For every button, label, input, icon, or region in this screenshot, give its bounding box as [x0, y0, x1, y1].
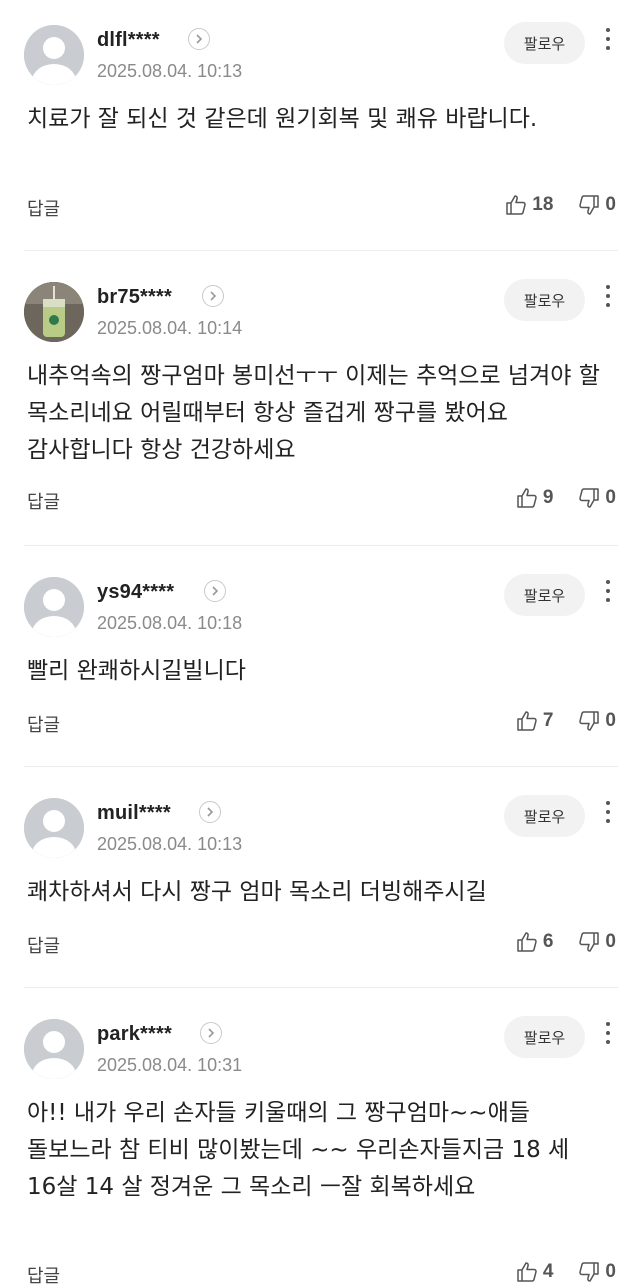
more-options-icon[interactable] [598, 575, 618, 615]
chevron-right-icon[interactable] [199, 801, 221, 823]
more-options-icon[interactable] [598, 796, 618, 836]
dislike-count: 0 [605, 931, 616, 952]
dislike-button[interactable]: 0 [577, 193, 616, 217]
follow-button[interactable]: 팔로우 [504, 22, 585, 64]
username[interactable]: park**** [97, 1023, 172, 1046]
reply-button[interactable]: 답글 [27, 932, 60, 958]
comment-text: 빨리 완쾌하시길빌니다 [27, 658, 246, 684]
avatar[interactable] [24, 1019, 84, 1079]
like-count: 18 [532, 194, 554, 215]
thumbs-down-icon [579, 488, 600, 508]
chevron-right-icon[interactable] [204, 580, 226, 602]
dislike-button[interactable]: 0 [577, 930, 616, 954]
reply-button[interactable]: 답글 [27, 488, 60, 514]
timestamp: 2025.08.04. 10:13 [97, 61, 243, 81]
default-avatar-icon [24, 798, 84, 858]
thumbs-down-icon [579, 711, 600, 731]
comment-text: 치료가 잘 되신 것 같은데 원기회복 및 쾌유 바랍니다. [27, 106, 538, 132]
chevron-right-icon[interactable] [202, 285, 224, 307]
like-button[interactable]: 18 [504, 193, 553, 217]
follow-button[interactable]: 팔로우 [504, 1016, 585, 1058]
default-avatar-icon [24, 577, 84, 637]
timestamp: 2025.08.04. 10:13 [97, 834, 243, 854]
like-button[interactable]: 7 [515, 709, 554, 733]
photo-avatar-icon [24, 282, 84, 342]
avatar[interactable] [24, 282, 84, 342]
like-count: 6 [542, 931, 554, 952]
more-options-icon[interactable] [598, 1017, 618, 1057]
follow-button[interactable]: 팔로우 [504, 279, 585, 321]
thumbs-up-icon [517, 932, 537, 952]
thumbs-up-icon [517, 1262, 537, 1282]
default-avatar-icon [24, 25, 84, 85]
avatar[interactable] [24, 25, 84, 85]
thumbs-up-icon [506, 195, 527, 215]
like-button[interactable]: 9 [515, 486, 554, 510]
divider [24, 545, 618, 546]
dislike-count: 0 [605, 710, 616, 731]
username[interactable]: br75**** [97, 286, 172, 309]
reply-button[interactable]: 답글 [27, 195, 60, 221]
thumbs-up-icon [517, 488, 537, 508]
follow-button[interactable]: 팔로우 [504, 795, 585, 837]
like-count: 9 [542, 487, 554, 508]
dislike-count: 0 [605, 194, 616, 215]
timestamp: 2025.08.04. 10:14 [97, 318, 243, 338]
timestamp: 2025.08.04. 10:18 [97, 613, 243, 633]
more-options-icon[interactable] [598, 23, 618, 63]
like-button[interactable]: 4 [515, 1260, 553, 1284]
dislike-count: 0 [605, 487, 616, 508]
divider [24, 250, 618, 251]
divider [24, 766, 618, 767]
divider [24, 987, 618, 988]
avatar[interactable] [24, 798, 84, 858]
avatar[interactable] [24, 577, 84, 637]
dislike-button[interactable]: 0 [577, 486, 616, 510]
thumbs-down-icon [579, 932, 600, 952]
dislike-button[interactable]: 0 [577, 709, 616, 733]
default-avatar-icon [24, 1019, 84, 1079]
reply-button[interactable]: 답글 [27, 711, 60, 737]
timestamp: 2025.08.04. 10:31 [97, 1055, 243, 1075]
reply-button[interactable]: 답글 [27, 1262, 60, 1288]
chevron-right-icon[interactable] [200, 1022, 222, 1044]
thumbs-down-icon [579, 195, 600, 215]
username[interactable]: muil**** [97, 802, 171, 825]
thumbs-down-icon [579, 1262, 600, 1282]
like-count: 7 [542, 710, 554, 731]
comment-text: 쾌차하셔서 다시 짱구 엄마 목소리 더빙해주시길 [27, 879, 487, 905]
thumbs-up-icon [517, 711, 537, 731]
comment-text: 내추억속의 짱구엄마 봉미선ㅜㅜ 이제는 추억으로 넘겨야 할 목소리네요 어릴… [27, 363, 600, 463]
more-options-icon[interactable] [598, 280, 618, 320]
follow-button[interactable]: 팔로우 [504, 574, 585, 616]
like-button[interactable]: 6 [515, 930, 554, 954]
username[interactable]: dlfl**** [97, 29, 160, 52]
dislike-button[interactable]: 0 [577, 1260, 616, 1284]
chevron-right-icon[interactable] [188, 28, 210, 50]
comment-text: 아!! 내가 우리 손자들 키울때의 그 짱구엄마~~애들 돌보느라 참 티비 … [27, 1100, 570, 1200]
username[interactable]: ys94**** [97, 581, 174, 604]
